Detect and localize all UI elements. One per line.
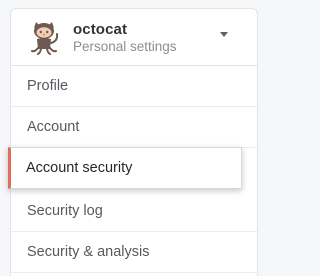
username: octocat — [73, 21, 128, 38]
menu-item-label: Security log — [27, 203, 103, 219]
menu-item-label: Account — [27, 119, 80, 135]
settings-menu-panel: octocat Personal settings Profile Accoun… — [8, 8, 258, 276]
menu-item-account[interactable]: Account — [11, 107, 257, 148]
menu-item-label: Profile — [27, 78, 69, 94]
menu-item-profile[interactable]: Profile — [11, 66, 257, 107]
menu-item-label: Account security — [26, 160, 133, 176]
menu-item-label: Security & analysis — [27, 244, 150, 260]
menu-item-account-security[interactable]: Account security — [8, 147, 242, 189]
chevron-down-icon[interactable] — [220, 32, 228, 37]
menu-item-security-analysis[interactable]: Security & analysis — [11, 232, 257, 273]
menu-item-security-log[interactable]: Security log — [11, 191, 257, 232]
octocat-avatar-icon — [31, 22, 59, 55]
account-switcher[interactable]: octocat Personal settings — [11, 9, 257, 66]
personal-settings-label: Personal settings — [73, 39, 177, 54]
